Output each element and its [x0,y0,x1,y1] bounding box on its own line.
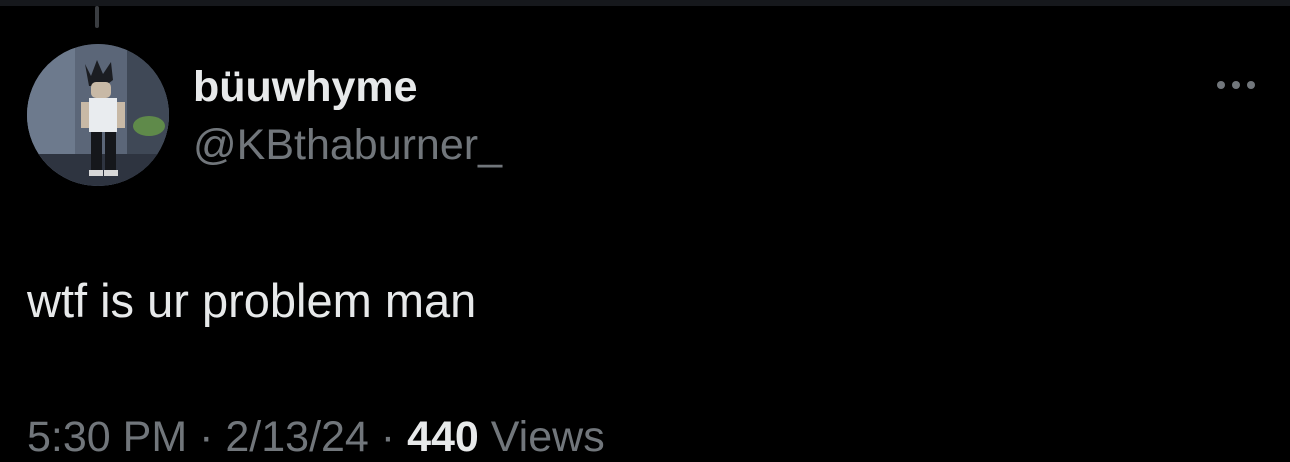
avatar-image [27,44,169,186]
tweet-time[interactable]: 5:30 PM [27,413,187,461]
avatar[interactable] [27,44,169,186]
meta-separator: · [199,413,214,461]
views-label: Views [490,413,605,461]
top-edge-divider [0,0,1290,6]
tweet-date[interactable]: 2/13/24 [225,413,368,461]
views-count: 440 [407,413,479,461]
more-horizontal-icon [1217,81,1255,89]
author-display-name[interactable]: büuwhyme [193,62,418,112]
meta-separator: · [380,413,396,461]
tweet-meta: 5:30 PM · 2/13/24 · 440 Views [27,412,605,462]
author-handle[interactable]: @KBthaburner_ [193,120,502,170]
tweet-text: wtf is ur problem man [27,274,477,327]
thread-connector-line [95,6,99,28]
more-options-button[interactable] [1210,68,1262,102]
